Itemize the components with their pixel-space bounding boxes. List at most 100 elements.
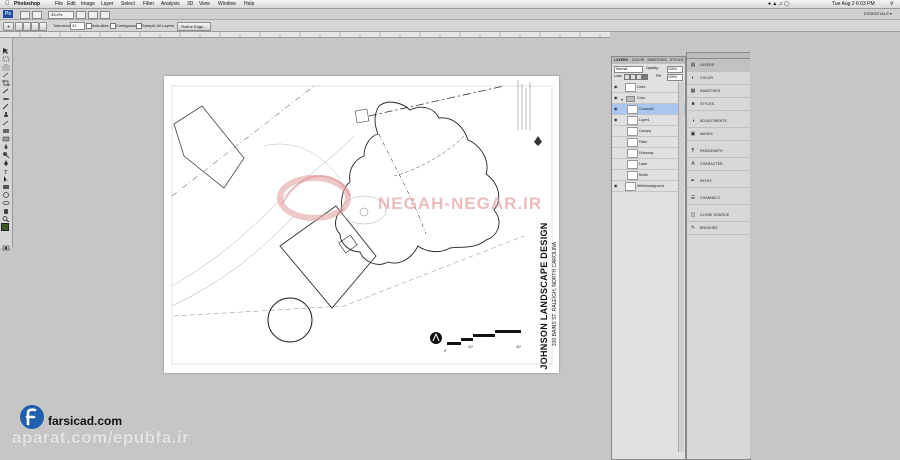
3d-rotate-tool-icon[interactable] xyxy=(2,185,10,198)
dodge-tool-icon[interactable] xyxy=(2,145,10,159)
crop-tool-icon[interactable] xyxy=(2,73,10,86)
document-canvas[interactable]: JOHNSON LANDSCAPE DESIGN 330 BAINS ST. R… xyxy=(164,76,559,373)
lock-all-icon[interactable] xyxy=(642,74,648,80)
selection-intersect-icon[interactable] xyxy=(39,22,47,31)
mini-bridge-icon[interactable] xyxy=(32,11,42,19)
menu-image[interactable]: Image xyxy=(81,0,95,8)
dock-item-clone-source[interactable]: ◫ CLONE SOURCE xyxy=(687,209,750,222)
eye-icon[interactable]: ◉ xyxy=(614,184,618,188)
layer-name: Color xyxy=(637,96,646,100)
layer-row[interactable]: Driveway xyxy=(612,148,685,159)
foreground-color-swatch[interactable] xyxy=(1,223,9,231)
menu-view[interactable]: View xyxy=(199,0,210,8)
dock-item-adjustments[interactable]: ◑ ADJUSTMENTS xyxy=(687,115,750,128)
path-selection-tool-icon[interactable] xyxy=(2,169,10,182)
eyedropper-tool-icon[interactable] xyxy=(2,81,10,94)
eraser-tool-icon[interactable] xyxy=(2,121,10,133)
menu-app-photoshop[interactable]: Photoshop xyxy=(14,0,40,8)
eye-icon[interactable]: ◉ xyxy=(614,107,618,111)
layer-row[interactable]: Canopy xyxy=(612,126,685,137)
ruler-ticks xyxy=(19,32,601,37)
magic-wand-preset-icon[interactable]: ✦ xyxy=(3,22,14,31)
menu-filter[interactable]: Filter xyxy=(143,0,154,8)
dock-item-layers[interactable]: ▤ LAYERS xyxy=(687,59,750,72)
tab-styles[interactable]: STYLES xyxy=(670,58,683,62)
fill-input[interactable]: 100% xyxy=(667,74,683,81)
clone-stamp-tool-icon[interactable] xyxy=(2,105,10,117)
dock-item-swatches[interactable]: ▦ SWATCHES xyxy=(687,85,750,98)
pen-tool-icon[interactable] xyxy=(2,153,10,166)
document-tab-strip[interactable] xyxy=(0,32,610,38)
history-brush-tool-icon[interactable] xyxy=(2,113,10,126)
layers-panel-tabs: LAYERS COLOR SWATCHES STYLES xyxy=(612,57,685,64)
healing-brush-tool-icon[interactable] xyxy=(2,89,10,100)
dock-item-paragraph[interactable]: ¶ PARAGRAPH xyxy=(687,145,750,158)
dock-item-paths[interactable]: ✒ PATHS xyxy=(687,175,750,188)
tab-color[interactable]: COLOR xyxy=(632,58,644,62)
zoom-tool-icon[interactable] xyxy=(88,11,98,19)
apple-icon[interactable]:  xyxy=(5,0,10,8)
layer-row[interactable]: Mulch xyxy=(612,170,685,181)
marquee-tool-icon[interactable] xyxy=(2,49,10,62)
dock-item-color[interactable]: ◐ COLOR xyxy=(687,72,750,85)
character-icon: A xyxy=(691,161,695,167)
layer-row[interactable]: Lawn xyxy=(612,159,685,170)
blur-tool-icon[interactable] xyxy=(2,137,10,149)
layer-row[interactable]: ◉ Layer1 xyxy=(612,115,685,126)
lasso-tool-icon[interactable] xyxy=(2,57,10,70)
selection-new-icon[interactable] xyxy=(15,22,23,31)
layer-row[interactable]: Patio xyxy=(612,137,685,148)
menu-edit[interactable]: Edit xyxy=(67,0,76,8)
menu-select[interactable]: Select xyxy=(121,0,135,8)
selection-subtract-icon[interactable] xyxy=(31,22,39,31)
dock-item-brushes[interactable]: ✎ BRUSHES xyxy=(687,222,750,235)
magic-wand-tool-icon[interactable] xyxy=(2,65,10,78)
hand-tool-icon[interactable] xyxy=(2,201,10,214)
blend-mode-select[interactable]: Normal xyxy=(614,66,643,73)
tolerance-input[interactable]: 32 xyxy=(70,22,85,30)
layer-row[interactable]: ◉ Lines xyxy=(612,82,685,93)
dock-item-styles[interactable]: ■ STYLES xyxy=(687,98,750,111)
quick-mask-icon[interactable] xyxy=(2,238,10,251)
eye-icon[interactable]: ◉ xyxy=(614,118,618,122)
zoom-tool-icon[interactable] xyxy=(2,209,10,223)
refine-edge-button[interactable]: Refine Edge... xyxy=(177,22,211,31)
workspace-switcher[interactable]: ESSENTIALS ▾ xyxy=(864,10,892,18)
selection-add-icon[interactable] xyxy=(23,22,31,31)
brush-tool-icon[interactable] xyxy=(2,97,10,110)
tolerance-label: Tolerance: xyxy=(53,23,72,28)
spotlight-icon[interactable]: ⚲ xyxy=(890,0,894,8)
3d-orbit-tool-icon[interactable] xyxy=(2,193,10,205)
menu-help[interactable]: Help xyxy=(244,0,254,8)
tab-layers[interactable]: LAYERS xyxy=(614,58,628,62)
layers-scrollbar[interactable] xyxy=(678,82,684,452)
gradient-tool-icon[interactable] xyxy=(2,129,10,142)
layer-name: Layer1 xyxy=(639,118,650,122)
menu-window[interactable]: Window xyxy=(218,0,236,8)
eye-icon[interactable]: ◉ xyxy=(614,85,618,89)
menu-analysis[interactable]: Analysis xyxy=(161,0,180,8)
layer-row-background[interactable]: ◉ Whitebackground xyxy=(612,181,685,192)
bridge-icon[interactable] xyxy=(20,11,30,19)
swatches-icon: ▦ xyxy=(690,88,696,94)
dock-item-masks[interactable]: ▣ MASKS xyxy=(687,128,750,141)
type-tool-icon[interactable]: T xyxy=(2,161,10,176)
layer-row-selected[interactable]: ◉ Concept2 xyxy=(612,104,685,115)
shape-tool-icon[interactable] xyxy=(2,177,10,189)
menu-layer[interactable]: Layer xyxy=(101,0,114,8)
hand-tool-icon[interactable] xyxy=(76,11,86,19)
eye-icon[interactable]: ◉ xyxy=(614,96,618,100)
scale-label-40: 40' xyxy=(516,344,522,349)
move-tool-icon[interactable] xyxy=(2,41,10,54)
layer-thumbnail xyxy=(627,105,638,114)
opacity-input[interactable]: 100% xyxy=(667,66,683,73)
menu-3d[interactable]: 3D xyxy=(187,0,193,8)
layer-group-row[interactable]: ◉ ▾ Color xyxy=(612,93,685,104)
dock-item-character[interactable]: A CHARACTER xyxy=(687,158,750,171)
layer-thumbnail xyxy=(627,116,638,125)
tab-swatches[interactable]: SWATCHES xyxy=(647,58,666,62)
zoom-level-field[interactable]: 33.4% xyxy=(48,11,74,19)
rotate-view-icon[interactable] xyxy=(100,11,110,19)
dock-item-channels[interactable]: ☰ CHANNELS xyxy=(687,192,750,205)
menu-file[interactable]: File xyxy=(55,0,63,8)
